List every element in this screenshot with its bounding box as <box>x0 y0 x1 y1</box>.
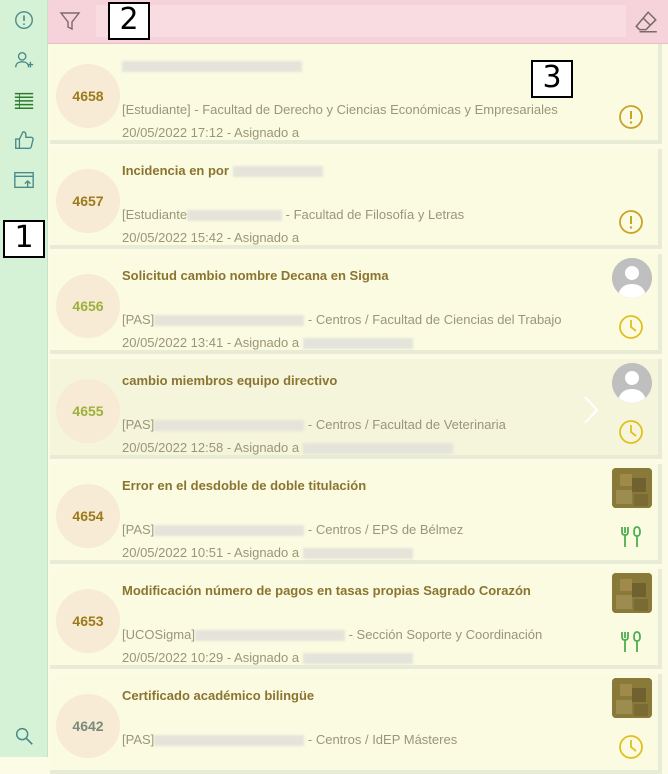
ticket-id: 4656 <box>56 274 120 338</box>
ticket-date: 20/05/2022 10:51 - Asignado a <box>122 545 414 560</box>
redacted-text <box>303 338 414 350</box>
assignee-avatar <box>612 258 652 298</box>
ticket-date-text: 20/05/2022 13:41 - Asignado a <box>122 335 300 350</box>
clock-icon <box>618 734 644 760</box>
incidents-icon[interactable] <box>12 8 36 32</box>
ticket-id: 4642 <box>56 694 120 758</box>
ticket-department: - Sección Soporte y Coordinación <box>344 627 543 642</box>
eraser-icon[interactable] <box>632 8 660 36</box>
redacted-text <box>303 443 454 455</box>
ticket-date: 20/05/2022 13:41 - Asignado a <box>122 335 414 350</box>
redacted-text <box>154 525 305 537</box>
ticket-meta: [PAS] - Centros / Facultad de Ciencias d… <box>122 312 562 327</box>
chevron-right-icon[interactable] <box>582 395 600 425</box>
callout-2: 2 <box>108 2 150 40</box>
ticket-meta: [PAS] - Centros / IdEP Másteres <box>122 732 457 747</box>
assignee-avatar <box>612 363 652 403</box>
tools-icon <box>618 629 644 655</box>
ticket-title-text: Certificado académico bilingüe <box>122 688 315 703</box>
alert-icon <box>618 209 644 235</box>
ticket-meta: [PAS] - Centros / Facultad de Veterinari… <box>122 417 506 432</box>
ticket-date: 20/05/2022 15:42 - Asignado a <box>122 230 299 245</box>
export-icon[interactable] <box>12 168 36 192</box>
ticket-meta: [UCOSigma] - Sección Soporte y Coordinac… <box>122 627 542 642</box>
ticket-title-text: Solicitud cambio nombre Decana en Sigma <box>122 268 389 283</box>
search-icon[interactable] <box>12 724 36 748</box>
redacted-text <box>154 735 305 747</box>
ticket-date-text: 20/05/2022 10:51 - Asignado a <box>122 545 300 560</box>
redacted-text <box>303 653 414 665</box>
list-icon[interactable] <box>12 88 36 112</box>
ticket-title: Solicitud cambio nombre Decana en Sigma <box>122 268 389 283</box>
callout-3: 3 <box>531 60 573 98</box>
ticket-department: - Facultad de Filosofía y Letras <box>282 207 465 222</box>
add-user-icon[interactable] <box>12 48 36 72</box>
filter-icon[interactable] <box>56 8 84 34</box>
assignee-avatar <box>612 573 652 613</box>
ticket-requester-type: [PAS] <box>122 417 155 432</box>
ticket-department: - Centros / Facultad de Ciencias del Tra… <box>304 312 562 327</box>
ticket-id: 4655 <box>56 379 120 443</box>
redacted-text <box>187 210 283 222</box>
ticket-title-text: cambio miembros equipo directivo <box>122 373 338 388</box>
ticket-requester-type: [PAS] <box>122 522 155 537</box>
ticket-card[interactable]: 4656 Solicitud cambio nombre Decana en Si… <box>50 254 662 354</box>
ticket-date-text: 20/05/2022 12:58 - Asignado a <box>122 440 300 455</box>
ticket-requester-type: [UCOSigma] <box>122 627 195 642</box>
ticket-requester-type: [PAS] <box>122 732 155 747</box>
redacted-text <box>194 630 345 642</box>
ticket-id: 4653 <box>56 589 120 653</box>
alert-icon <box>618 104 644 130</box>
ticket-meta: [Estudiante - Facultad de Filosofía y Le… <box>122 207 464 222</box>
callout-1: 1 <box>3 220 45 258</box>
ticket-id: 4658 <box>56 64 120 128</box>
ticket-date: 20/05/2022 12:58 - Asignado a <box>122 440 454 455</box>
ticket-department: - Centros / Facultad de Veterinaria <box>304 417 506 432</box>
ticket-id: 4657 <box>56 169 120 233</box>
ticket-title <box>122 58 302 73</box>
assignee-avatar <box>612 468 652 508</box>
redacted-text <box>154 315 305 327</box>
ticket-id: 4654 <box>56 484 120 548</box>
ticket-title: Certificado académico bilingüe <box>122 688 314 703</box>
tools-icon <box>618 524 644 550</box>
ticket-title: cambio miembros equipo directivo <box>122 373 337 388</box>
ticket-date-text: 20/05/2022 17:12 - Asignado a <box>122 125 300 140</box>
redacted-text <box>122 61 302 73</box>
ticket-card[interactable]: 4642 Certificado académico bilingüe [PAS] … <box>50 674 662 774</box>
ticket-date-text: 20/05/2022 15:42 - Asignado a <box>122 230 300 245</box>
ticket-title-text: Modificación número de pagos en tasas pr… <box>122 583 531 598</box>
search-input[interactable] <box>96 5 626 37</box>
ticket-title: Error en el desdoble de doble titulación <box>122 478 366 493</box>
ticket-department: - Centros / IdEP Másteres <box>304 732 458 747</box>
ticket-title: Modificación número de pagos en tasas pr… <box>122 583 531 598</box>
redacted-text <box>303 548 414 560</box>
ticket-card[interactable]: 4657 Incidencia en por [Estudiante - Facul… <box>50 149 662 249</box>
ticket-title-text: Incidencia en por <box>122 163 229 178</box>
clock-icon <box>618 314 644 340</box>
clock-icon <box>618 419 644 445</box>
sidebar <box>0 0 48 757</box>
assignee-avatar <box>612 678 652 718</box>
ticket-date: 20/05/2022 17:12 - Asignado a <box>122 125 299 140</box>
redacted-text <box>232 166 323 178</box>
ticket-date: 20/05/2022 10:29 - Asignado a <box>122 650 414 665</box>
ticket-requester-type: [Estudiante <box>122 207 188 222</box>
ticket-department: - Centros / EPS de Bélmez <box>304 522 464 537</box>
ticket-title: Incidencia en por <box>122 163 323 178</box>
ticket-card[interactable]: 4654 Error en el desdoble de doble titula… <box>50 464 662 564</box>
ticket-card[interactable]: 4653 Modificación número de pagos en tasa… <box>50 569 662 669</box>
ticket-card[interactable]: 4655 cambio miembros equipo directivo [PAS… <box>50 359 662 459</box>
redacted-text <box>154 420 305 432</box>
ticket-meta: [Estudiante] - Facultad de Derecho y Cie… <box>122 102 558 117</box>
ticket-title-text: Error en el desdoble de doble titulación <box>122 478 367 493</box>
ticket-meta: [PAS] - Centros / EPS de Bélmez <box>122 522 463 537</box>
ticket-date-text: 20/05/2022 10:29 - Asignado a <box>122 650 300 665</box>
ticket-requester-type: [PAS] <box>122 312 155 327</box>
thumbs-up-icon[interactable] <box>12 128 36 152</box>
